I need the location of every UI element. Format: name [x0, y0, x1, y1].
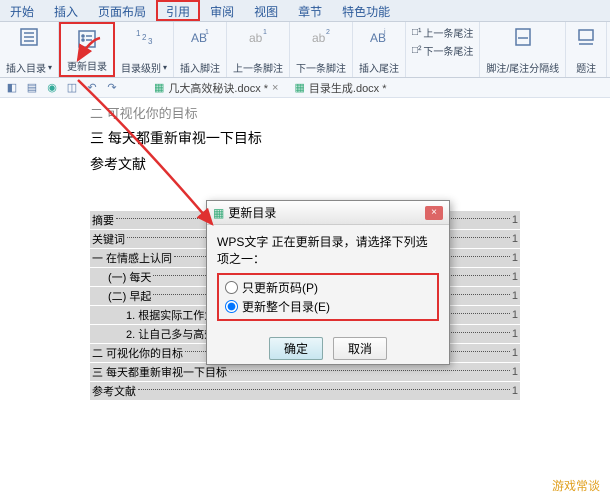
update-toc-icon	[76, 28, 98, 50]
doc-tab-2[interactable]: ▦ 目录生成.docx *	[288, 80, 392, 96]
separator-button[interactable]: 脚注/尾注分隔线	[480, 22, 566, 77]
svg-text:2: 2	[142, 33, 147, 42]
watermark: 游戏常谈	[552, 477, 600, 494]
doc-line: 二 可视化你的目标	[90, 103, 520, 122]
qab-icon-5[interactable]: ↶	[84, 80, 100, 96]
doc-heading: 三 每天都重新审视一下目标	[90, 128, 520, 148]
svg-text:1: 1	[136, 29, 141, 38]
svg-text:2: 2	[326, 29, 330, 36]
dialog-close-button[interactable]: ×	[425, 206, 443, 220]
caption-button[interactable]: 题注	[566, 22, 607, 77]
update-toc-dialog: ▦更新目录 × WPS文字 正在更新目录，请选择下列选项之一： 只更新页码(P)…	[206, 200, 450, 365]
next-footnote-button[interactable]: ab2 下一条脚注	[290, 22, 353, 77]
toc-level-icon: 123	[133, 26, 155, 48]
tab-references[interactable]: 引用	[156, 0, 200, 21]
ribbon-tabs: 开始 插入 页面布局 引用 审阅 视图 章节 特色功能	[0, 0, 610, 22]
doc-heading: 参考文献	[90, 154, 520, 174]
footnote-icon: AB1	[189, 26, 211, 48]
qab-icon-6[interactable]: ↷	[104, 80, 120, 96]
prev-footnote-icon: ab1	[247, 26, 269, 48]
qab-icon-2[interactable]: ▤	[24, 80, 40, 96]
dialog-options: 只更新页码(P) 更新整个目录(E)	[217, 273, 439, 321]
tab-start[interactable]: 开始	[0, 0, 44, 21]
tab-insert[interactable]: 插入	[44, 0, 88, 21]
ribbon: 插入目录▾ 更新目录 123 目录级别▾ AB1 插入脚注 ab1 上一条脚注 …	[0, 22, 610, 78]
insert-toc-button[interactable]: 插入目录▾	[0, 22, 59, 77]
toc-row[interactable]: 三 每天都重新审视一下目标1	[90, 363, 520, 381]
svg-text:1: 1	[263, 29, 267, 36]
tab-chapter[interactable]: 章节	[288, 0, 332, 21]
option-page-only[interactable]: 只更新页码(P)	[225, 278, 431, 297]
insert-endnote-button[interactable]: ABi 插入尾注	[353, 22, 406, 77]
tab-view[interactable]: 视图	[244, 0, 288, 21]
svg-text:ab: ab	[312, 31, 326, 45]
endnote-nav-group: □¹上一条尾注 □²下一条尾注	[406, 22, 480, 77]
qab-icon-1[interactable]: ◧	[4, 80, 20, 96]
qab-icon-4[interactable]: ◫	[64, 80, 80, 96]
prev-endnote-button[interactable]: □¹上一条尾注	[410, 24, 475, 41]
svg-text:ab: ab	[249, 31, 263, 45]
doc-icon: ▦	[154, 81, 164, 94]
svg-text:1: 1	[205, 29, 209, 36]
tab-layout[interactable]: 页面布局	[88, 0, 156, 21]
svg-text:3: 3	[148, 37, 153, 46]
prev-footnote-button[interactable]: ab1 上一条脚注	[227, 22, 290, 77]
toc-level-button[interactable]: 123 目录级别▾	[115, 22, 174, 77]
option-entire-toc[interactable]: 更新整个目录(E)	[225, 297, 431, 316]
update-toc-button[interactable]: 更新目录	[59, 22, 115, 77]
quick-access-bar: ◧ ▤ ◉ ◫ ↶ ↷ ▦ 几大高效秘诀.docx * × ▦ 目录生成.doc…	[0, 78, 610, 98]
dialog-titlebar[interactable]: ▦更新目录 ×	[207, 201, 449, 225]
tab-review[interactable]: 审阅	[200, 0, 244, 21]
cancel-button[interactable]: 取消	[333, 337, 387, 360]
radio-entire-toc[interactable]	[225, 300, 238, 313]
endnote-icon: ABi	[368, 26, 390, 48]
separator-icon	[512, 26, 534, 48]
dialog-message: WPS文字 正在更新目录，请选择下列选项之一：	[217, 233, 439, 267]
next-footnote-icon: ab2	[310, 26, 332, 48]
doc-icon: ▦	[294, 81, 304, 94]
next-endnote-button[interactable]: □²下一条尾注	[410, 42, 475, 59]
toc-icon	[18, 26, 40, 48]
radio-page-only[interactable]	[225, 281, 238, 294]
qab-icon-3[interactable]: ◉	[44, 80, 60, 96]
tab-special[interactable]: 特色功能	[332, 0, 400, 21]
close-icon[interactable]: ×	[272, 82, 278, 94]
doc-tab-1[interactable]: ▦ 几大高效秘诀.docx * ×	[148, 80, 284, 96]
toc-row[interactable]: 参考文献1	[90, 382, 520, 400]
caption-icon	[575, 26, 597, 48]
insert-footnote-button[interactable]: AB1 插入脚注	[174, 22, 227, 77]
dialog-icon: ▦	[213, 206, 224, 220]
ok-button[interactable]: 确定	[269, 337, 323, 360]
